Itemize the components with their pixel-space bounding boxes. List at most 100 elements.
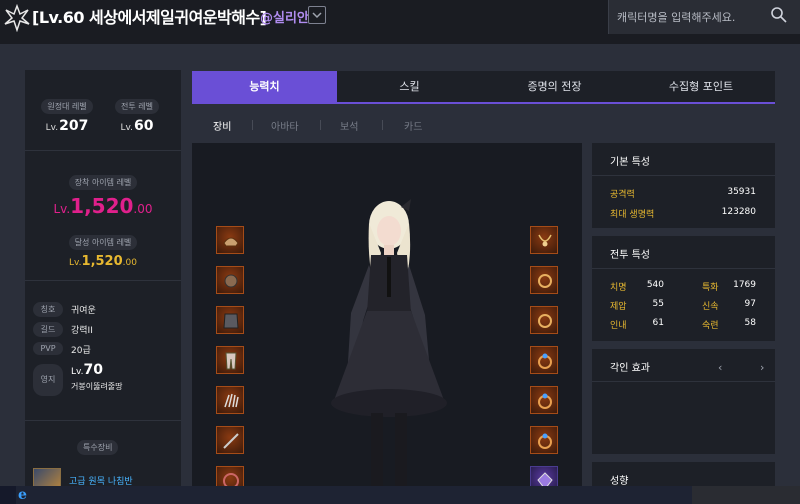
profile-panel: 원정대 레벨 Lv.207 전투 레벨 Lv.60 장착 아이템 레벨 Lv.1… [25, 70, 181, 490]
equip-slot-helmet[interactable] [216, 226, 244, 254]
equip-slot-ring-1[interactable] [530, 346, 558, 374]
expedition-level-label: 원정대 레벨 [41, 99, 93, 114]
start-button[interactable] [0, 486, 16, 504]
equip-slot-chest[interactable] [216, 306, 244, 334]
info-key-pvp: PVP [33, 342, 63, 355]
equip-slot-pants[interactable] [216, 346, 244, 374]
engraving-next-arrow-icon[interactable]: › [760, 361, 764, 374]
info-value-pvp: 20급 [71, 346, 91, 356]
subtab-equipment[interactable]: 장비 [213, 118, 231, 133]
character-title: [Lv.60 세상에서제일귀여운박해수] [32, 8, 267, 27]
character-dropdown[interactable] [308, 6, 326, 24]
helmet-icon [223, 237, 239, 247]
combat-stats-card: 전투 특성 치명 540 제압 55 인내 61 특화 1769 신속 97 숙… [592, 236, 775, 341]
achieved-item-level-dec: .00 [122, 258, 137, 268]
game-logo-icon [4, 4, 30, 32]
info-row-title: 칭호 귀여운 [33, 302, 96, 317]
info-value-guild: 강력II [71, 326, 93, 336]
ring-icon [538, 353, 552, 369]
main-tabs: 능력치 스킬 증명의 전장 수집형 포인트 [192, 71, 775, 104]
ring-icon [538, 393, 552, 409]
top-header: [Lv.60 세상에서제일귀여운박해수] @실리안 [0, 0, 800, 44]
info-row-pvp: PVP 20급 [33, 342, 91, 356]
search-icon[interactable] [770, 6, 788, 24]
stat-specialization-value: 1769 [733, 280, 756, 290]
tab-collectibles[interactable]: 수집형 포인트 [627, 71, 775, 102]
shoulder-icon [224, 274, 238, 288]
special-equipment-label: 특수장비 [77, 440, 119, 455]
subtab-separator [252, 120, 253, 130]
equip-slot-necklace[interactable] [530, 226, 558, 254]
combat-stats-title: 전투 특성 [610, 250, 650, 261]
tendency-title: 성향 [610, 476, 629, 487]
system-tray [692, 486, 800, 504]
combat-level-value: 60 [134, 118, 154, 134]
earring-icon [538, 274, 552, 288]
combat-level-prefix: Lv. [120, 123, 134, 133]
achieved-item-level-int: 1,520 [81, 254, 123, 269]
equip-slot-weapon[interactable] [216, 426, 244, 454]
tab-skills[interactable]: 스킬 [337, 71, 482, 102]
divider [25, 150, 181, 151]
expedition-level: 원정대 레벨 Lv.207 [37, 94, 97, 134]
subtab-separator [320, 120, 321, 130]
info-row-realm: 영지 Lv.70 거봉이뚫려줄땅 [33, 362, 123, 396]
achieved-item-level: 달성 아이템 레벨 Lv.1,520.00 [25, 230, 181, 269]
expedition-level-value: 207 [59, 118, 89, 134]
chevron-down-icon [312, 12, 322, 19]
divider [592, 175, 775, 176]
character-search-input[interactable] [617, 8, 767, 26]
info-key-title: 칭호 [33, 302, 63, 317]
stat-expertise-value: 58 [744, 318, 756, 328]
stat-attack-power-value: 35931 [727, 187, 756, 197]
info-key-guild: 길드 [33, 322, 63, 337]
earring-icon [538, 314, 552, 328]
gloves-icon [224, 393, 239, 408]
info-row-guild: 길드 강력II [33, 322, 93, 337]
basic-stats-card: 기본 특성 공격력 35931 최대 생명력 123280 [592, 143, 775, 228]
equipment-view [192, 143, 582, 490]
equip-slot-earring-1[interactable] [530, 266, 558, 294]
equipped-item-level: 장착 아이템 레벨 Lv.1,520.00 [25, 170, 181, 218]
os-taskbar: e [0, 486, 800, 504]
engraving-prev-arrow-icon[interactable]: ‹ [718, 361, 722, 374]
stat-max-hp-value: 123280 [721, 207, 756, 217]
ring-icon [538, 433, 552, 449]
divider [592, 268, 775, 269]
equip-slot-shoulder[interactable] [216, 266, 244, 294]
subtab-gems[interactable]: 보석 [340, 118, 358, 133]
realm-level-value: 70 [83, 362, 103, 378]
subtab-separator [382, 120, 383, 130]
equip-slot-ring-3[interactable] [530, 426, 558, 454]
weapon-icon [223, 433, 239, 449]
engraving-title: 각인 효과 [610, 363, 650, 374]
achieved-item-level-label: 달성 아이템 레벨 [68, 235, 138, 250]
info-key-realm: 영지 [33, 364, 63, 396]
divider [25, 280, 181, 281]
pants-icon [225, 352, 237, 370]
equipped-item-level-dec: .00 [133, 202, 153, 216]
realm-level-prefix: Lv. [71, 367, 84, 377]
internet-explorer-icon[interactable]: e [18, 487, 27, 503]
basic-stats-title: 기본 특성 [610, 157, 650, 168]
divider [25, 420, 181, 421]
combat-level: 전투 레벨 Lv.60 [107, 94, 167, 134]
server-handle: @실리안 [260, 11, 309, 26]
equip-slot-gloves[interactable] [216, 386, 244, 414]
equip-slot-ring-2[interactable] [530, 386, 558, 414]
tab-stats[interactable]: 능력치 [192, 71, 337, 102]
equipped-item-level-label: 장착 아이템 레벨 [68, 175, 138, 190]
subtab-avatar[interactable]: 아바타 [271, 118, 299, 133]
divider [592, 381, 775, 382]
stat-swiftness-value: 97 [744, 299, 756, 309]
expedition-level-prefix: Lv. [45, 123, 59, 133]
necklace-icon [538, 234, 552, 247]
equipped-item-level-prefix: Lv. [53, 202, 71, 216]
chest-icon [223, 313, 239, 329]
info-value-title: 귀여운 [71, 306, 96, 316]
equip-slot-earring-2[interactable] [530, 306, 558, 334]
equipped-item-level-int: 1,520 [70, 194, 134, 218]
subtab-cards[interactable]: 카드 [404, 118, 422, 133]
tab-proving-grounds[interactable]: 증명의 전장 [482, 71, 627, 102]
combat-level-label: 전투 레벨 [115, 99, 159, 114]
